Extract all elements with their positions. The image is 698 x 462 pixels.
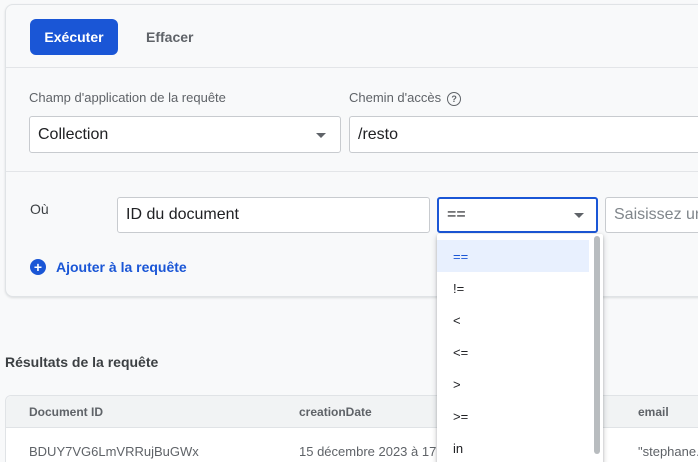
operator-option[interactable]: != xyxy=(437,272,589,304)
field-path-value: ID du document xyxy=(126,206,239,223)
operator-option[interactable]: >= xyxy=(437,400,589,432)
scope-value: Collection xyxy=(38,125,109,143)
column-header[interactable]: email xyxy=(638,405,669,419)
field-path-input[interactable]: ID du document xyxy=(117,197,430,233)
scope-section: Champ d'application de la requête Collec… xyxy=(6,68,698,172)
table-cell: "stephane. xyxy=(638,444,698,459)
operator-option[interactable]: > xyxy=(437,368,589,400)
path-label-row: Chemin d'accès? xyxy=(349,90,462,106)
results-title: Résultats de la requête xyxy=(5,354,159,370)
value-placeholder: Saisissez une valeur xyxy=(614,206,698,223)
column-header[interactable]: creationDate xyxy=(299,405,372,419)
scope-label: Champ d'application de la requête xyxy=(29,90,226,105)
column-header[interactable]: Document ID xyxy=(29,405,103,419)
table-cell: BDUY7VG6LmVRRujBuGWx xyxy=(29,444,199,459)
operator-dropdown: == != < <= > >= in xyxy=(437,234,603,462)
table-cell: 15 décembre 2023 à 17: xyxy=(299,444,440,459)
path-value: /resto xyxy=(358,125,399,143)
operator-option[interactable]: < xyxy=(437,304,589,336)
scope-select[interactable]: Collection xyxy=(29,116,341,153)
run-button[interactable]: Exécuter xyxy=(30,19,118,55)
path-input[interactable]: /resto xyxy=(349,116,698,153)
path-label: Chemin d'accès xyxy=(349,90,442,105)
value-input[interactable]: Saisissez une valeur xyxy=(605,197,698,233)
operator-value: == xyxy=(447,206,466,223)
add-to-query-button[interactable]: + Ajouter à la requête xyxy=(30,259,187,275)
operator-select[interactable]: == xyxy=(437,197,598,233)
add-circle-icon: + xyxy=(30,259,46,275)
operator-option[interactable]: == xyxy=(437,240,589,272)
operator-option[interactable]: in xyxy=(437,432,589,462)
clear-button[interactable]: Effacer xyxy=(130,19,209,55)
dropdown-scrollbar[interactable] xyxy=(594,236,600,454)
where-label: Où xyxy=(30,201,49,217)
chevron-down-icon xyxy=(574,213,584,218)
operator-option[interactable]: <= xyxy=(437,336,589,368)
chevron-down-icon xyxy=(316,133,326,138)
help-icon[interactable]: ? xyxy=(447,91,462,106)
query-toolbar: Exécuter Effacer xyxy=(6,5,698,68)
add-to-query-label: Ajouter à la requête xyxy=(56,259,187,275)
